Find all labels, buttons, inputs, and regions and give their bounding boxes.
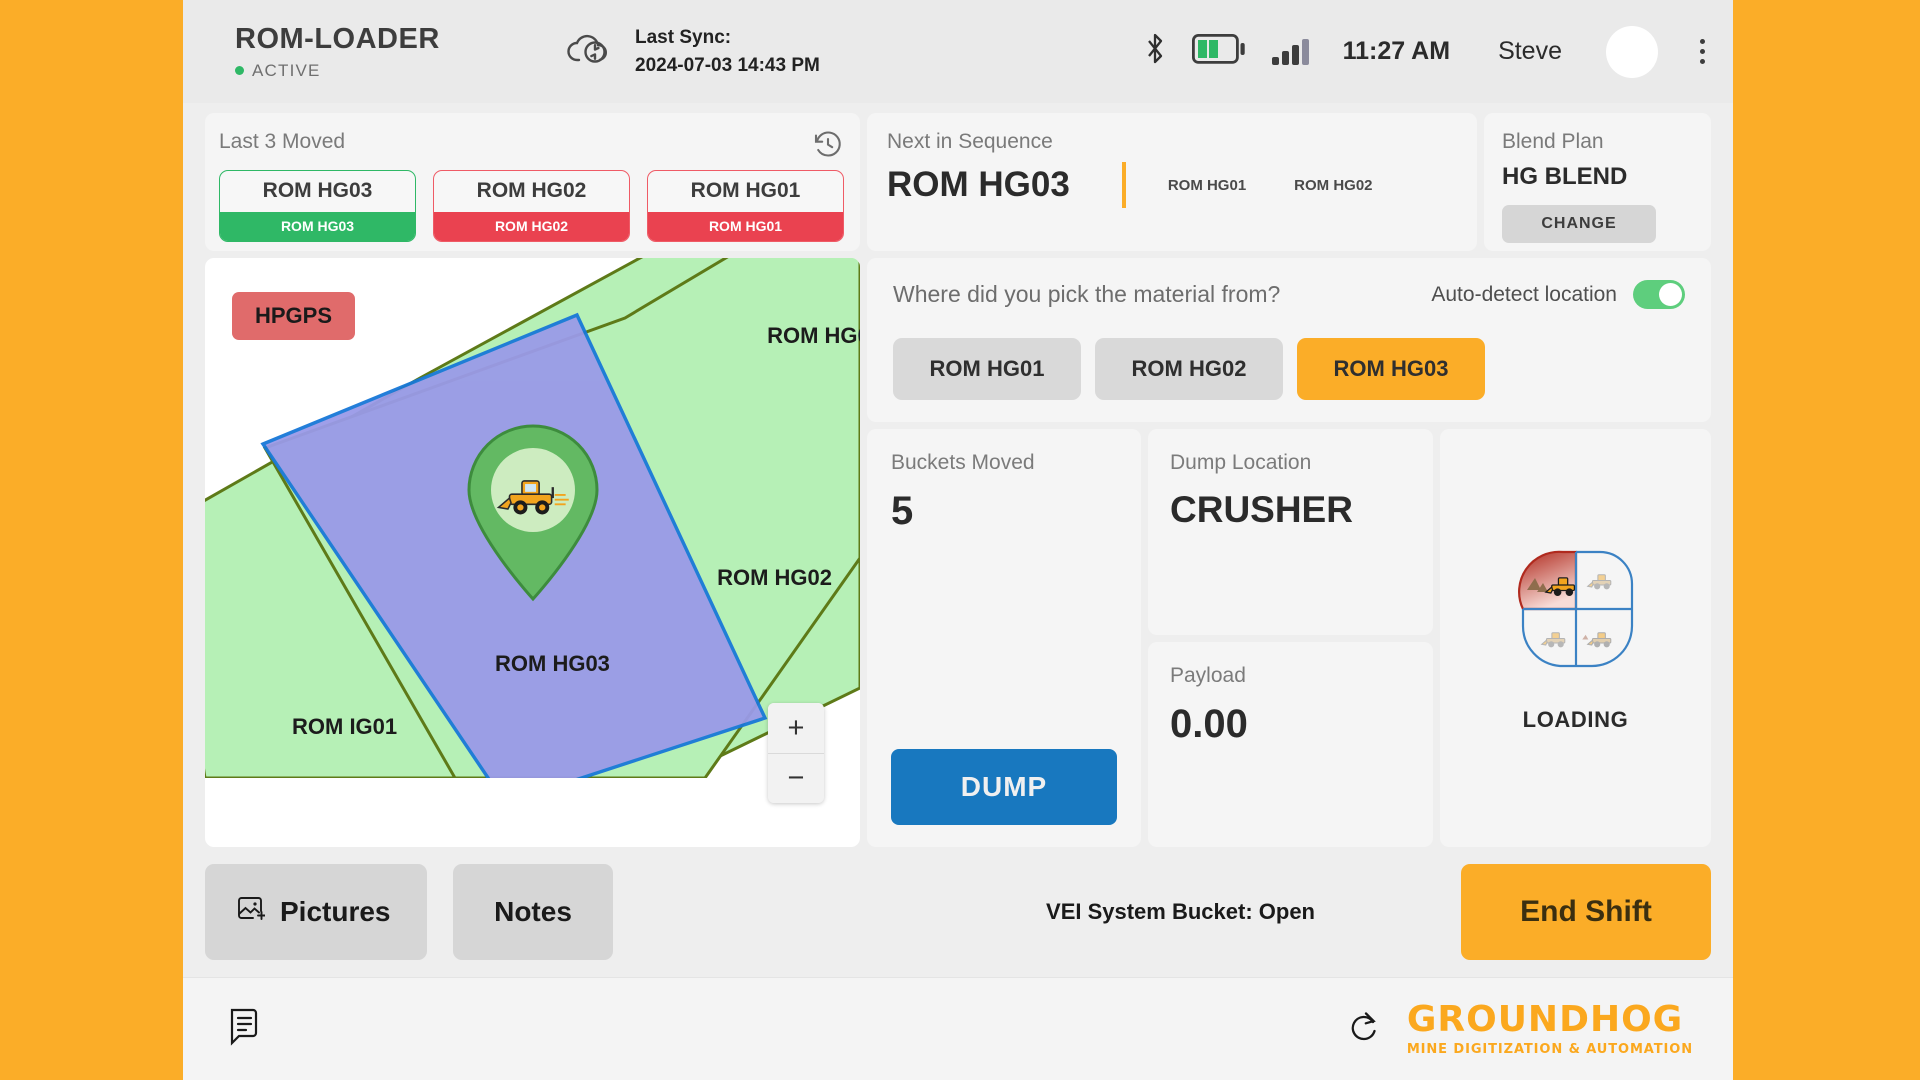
map-zoom-in-button[interactable]: + [768,703,824,753]
moved-chip-sub: ROM HG02 [434,212,629,241]
notes-button[interactable]: Notes [453,864,613,960]
auto-detect-toggle[interactable] [1633,280,1685,309]
pick-location-option-rom-hg01[interactable]: ROM HG01 [893,338,1081,400]
moved-chip[interactable]: ROM HG03 ROM HG03 [219,170,416,242]
next-in-sequence-row: ROM HG03 ROM HG01 ROM HG02 [887,162,1457,208]
main-content: Last 3 Moved ROM HG03 ROM HG03 ROM HG02 [183,103,1733,847]
dump-button[interactable]: DUMP [891,749,1117,825]
moved-chip-name: ROM HG03 [262,179,373,202]
pick-location-header: Where did you pick the material from? Au… [893,280,1685,309]
map-label-rom-ig01: ROM IG01 [292,714,398,739]
last-3-moved-panel: Last 3 Moved ROM HG03 ROM HG03 ROM HG02 [205,113,860,251]
moved-chip-sub: ROM HG01 [648,212,843,241]
sync-label: Last Sync: [635,26,732,48]
kebab-menu-icon[interactable] [1700,39,1705,64]
clock-label: 11:27 AM [1342,37,1451,65]
payload-label: Payload [1170,663,1246,687]
buckets-moved-panel: Buckets Moved 5 DUMP [867,429,1141,847]
avatar[interactable] [1606,25,1658,78]
detail-row: HPGPS ROM HG01 ROM HG02 ROM HG03 ROM IG0… [205,258,1711,847]
load-state-panel: LOADING [1440,429,1711,847]
change-blend-plan-button[interactable]: CHANGE [1502,205,1656,243]
status-icon-tray: 11:27 AM Steve [1144,25,1705,78]
pick-location-options: ROM HG01 ROM HG02 ROM HG03 [893,338,1685,400]
map-label-rom-hg01: ROM HG01 [767,323,860,348]
cloud-sync-icon[interactable] [565,30,613,73]
sequence-upcoming-list: ROM HG01 ROM HG02 [1168,177,1373,194]
map-label-rom-hg03: ROM HG03 [495,651,610,676]
last-3-moved-label: Last 3 Moved [219,130,346,153]
dump-location-value: CRUSHER [1170,489,1353,530]
mid-stats-column: Dump Location CRUSHER Payload 0.00 [1148,429,1433,847]
pictures-button[interactable]: Pictures [205,864,427,960]
brand-block: ROM-LOADER ACTIVE [235,23,565,81]
add-image-icon [235,894,266,931]
footer-brand: GROUNDHOG MINE DIGITIZATION & AUTOMATION [1349,1002,1693,1056]
status-badge-label: ACTIVE [252,60,321,80]
blend-plan-label: Blend Plan [1502,130,1604,153]
groundhog-logo: GROUNDHOG MINE DIGITIZATION & AUTOMATION [1406,999,1693,1057]
next-in-sequence-label: Next in Sequence [887,130,1053,153]
sync-value: 2024-07-03 14:43 PM [635,54,820,76]
app-window: ROM-LOADER ACTIVE Last Sync: 2024-07-03 … [183,0,1733,1080]
dump-location-label: Dump Location [1170,451,1312,474]
moved-chip-name: ROM HG01 [690,179,801,202]
groundhog-logo-name: GROUNDHOG [1406,999,1684,1040]
blend-plan-panel: Blend Plan HG BLEND CHANGE [1484,113,1711,251]
bluetooth-icon [1144,32,1166,71]
pick-location-question: Where did you pick the material from? [893,281,1281,307]
auto-detect-control: Auto-detect location [1431,280,1685,309]
map-zoom-out-button[interactable]: − [768,753,824,803]
gps-badge: HPGPS [232,292,356,340]
moved-chip-list: ROM HG03 ROM HG03 ROM HG02 ROM HG02 ROM … [219,170,846,242]
sequence-upcoming-item: ROM HG02 [1294,176,1373,194]
buckets-moved-label: Buckets Moved [891,451,1035,474]
blend-plan-value: HG BLEND [1502,163,1628,190]
buckets-moved-value: 5 [891,489,914,533]
user-name-label[interactable]: Steve [1498,37,1562,66]
end-shift-button[interactable]: End Shift [1461,864,1711,960]
pictures-button-label: Pictures [280,896,391,927]
chat-message-icon[interactable] [225,1006,263,1053]
loader-cycle-quadrant-icon [1511,544,1641,679]
action-bar: Pictures Notes VEI System Bucket: Open E… [183,847,1733,977]
pick-location-panel: Where did you pick the material from? Au… [867,258,1711,422]
map-label-rom-hg02: ROM HG02 [717,565,832,590]
vei-system-status: VEI System Bucket: Open [1046,899,1315,924]
payload-value: 0.00 [1170,701,1248,746]
moved-chip-name: ROM HG02 [476,179,587,202]
refresh-icon[interactable] [1349,1010,1379,1049]
dump-location-panel[interactable]: Dump Location CRUSHER [1148,429,1433,635]
status-dot-icon [235,66,244,75]
sequence-divider [1121,162,1126,208]
stats-row: Buckets Moved 5 DUMP Dump Location CRUSH… [867,429,1711,847]
groundhog-logo-tagline: MINE DIGITIZATION & AUTOMATION [1406,1042,1693,1057]
auto-detect-label: Auto-detect location [1431,282,1617,306]
last-sync-block: Last Sync: 2024-07-03 14:43 PM [565,24,820,79]
next-in-sequence-current: ROM HG03 [887,165,1070,204]
moved-chip[interactable]: ROM HG02 ROM HG02 [433,170,630,242]
battery-icon [1191,33,1246,69]
right-column: Where did you pick the material from? Au… [867,258,1711,847]
pick-location-option-rom-hg03[interactable]: ROM HG03 [1297,338,1485,400]
sync-text: Last Sync: 2024-07-03 14:43 PM [635,24,820,79]
page-title: ROM-LOADER [235,22,440,55]
status-badge: ACTIVE [235,61,565,81]
sequence-upcoming-item: ROM HG01 [1167,176,1247,194]
history-icon[interactable] [813,129,843,164]
map-zoom-controls[interactable]: + − [768,703,824,803]
payload-panel: Payload 0.00 [1148,641,1433,847]
pick-location-option-rom-hg02[interactable]: ROM HG02 [1095,338,1283,400]
moved-chip[interactable]: ROM HG01 ROM HG01 [647,170,844,242]
map-panel[interactable]: HPGPS ROM HG01 ROM HG02 ROM HG03 ROM IG0… [205,258,860,847]
load-state-label: LOADING [1522,706,1629,732]
next-in-sequence-panel: Next in Sequence ROM HG03 ROM HG01 ROM H… [867,113,1477,251]
moved-chip-sub: ROM HG03 [220,212,415,241]
summary-row: Last 3 Moved ROM HG03 ROM HG03 ROM HG02 [205,113,1711,251]
app-footer: GROUNDHOG MINE DIGITIZATION & AUTOMATION [183,977,1733,1080]
signal-bars-icon [1271,38,1309,65]
app-header: ROM-LOADER ACTIVE Last Sync: 2024-07-03 … [183,0,1733,103]
